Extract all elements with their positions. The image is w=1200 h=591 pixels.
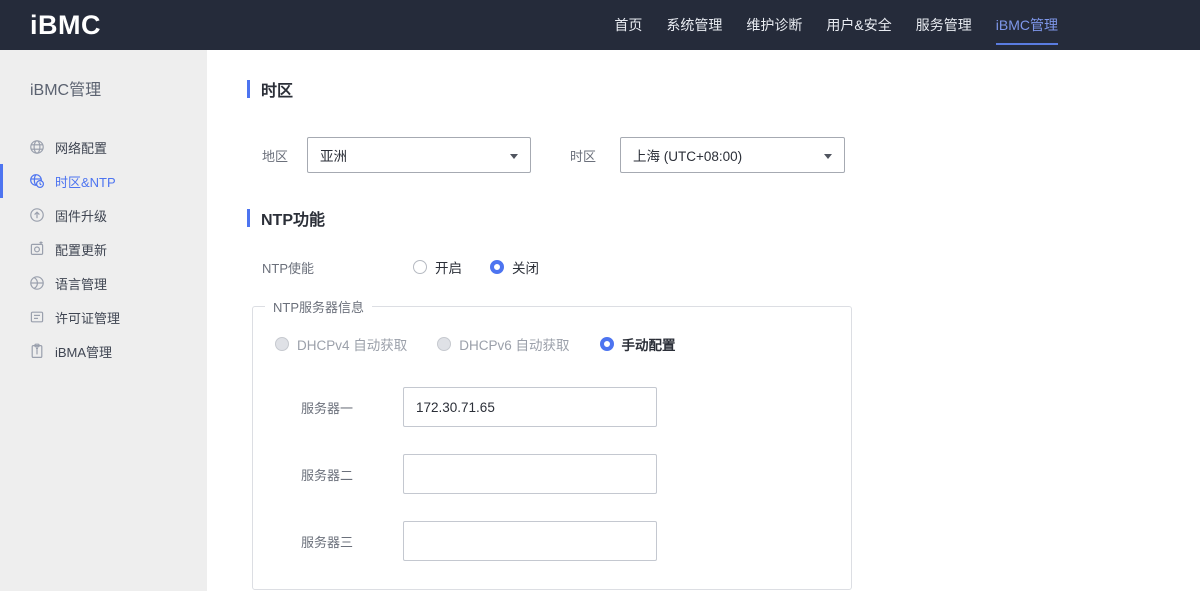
ntp-enable-label: NTP使能	[262, 260, 315, 276]
ntp-enable-radio-group: 开启 关闭	[413, 257, 539, 277]
region-select[interactable]: 亚洲	[307, 137, 531, 173]
timezone-form-row: 地区 亚洲 时区 上海 (UTC+08:00)	[262, 137, 1200, 173]
language-globe-icon	[29, 275, 45, 291]
manual-config-radio[interactable]: 手动配置	[599, 334, 676, 354]
sidebar-item-timezone-ntp[interactable]: 时区&NTP	[0, 164, 207, 198]
network-globe-icon	[29, 139, 45, 155]
sidebar-item-label: 许可证管理	[55, 310, 121, 326]
sidebar-item-ibma-management[interactable]: iBMA管理	[0, 334, 207, 368]
ntp-enable-on-radio[interactable]: 开启	[413, 257, 462, 277]
sidebar-item-language-management[interactable]: 语言管理	[0, 266, 207, 300]
timezone-clock-icon	[29, 173, 45, 189]
config-update-icon	[29, 241, 45, 257]
radio-label: DHCPv6 自动获取	[459, 338, 570, 353]
timezone-select[interactable]: 上海 (UTC+08:00)	[620, 137, 845, 173]
radio-selected-icon	[490, 260, 504, 274]
region-select-value: 亚洲	[320, 149, 347, 164]
timezone-label: 时区	[570, 148, 597, 164]
sidebar-item-label: 固件升级	[55, 208, 108, 224]
ntp-section-title: NTP功能	[261, 212, 326, 229]
chevron-down-icon	[510, 154, 518, 159]
sidebar-item-license-management[interactable]: 许可证管理	[0, 300, 207, 334]
sidebar-menu: 网络配置 时区&NTP 固件升级 配置更新 语言管理 许可证管理 iBMA管理	[0, 130, 207, 368]
main-content: 时区 地区 亚洲 时区 上海 (UTC+08:00) NTP功能 NTP使能 开…	[207, 50, 1200, 591]
sidebar-item-config-update[interactable]: 配置更新	[0, 232, 207, 266]
nav-item-system[interactable]: 系统管理	[654, 0, 734, 50]
timezone-section-title: 时区	[261, 83, 294, 100]
timezone-select-value: 上海 (UTC+08:00)	[633, 149, 743, 164]
dhcpv6-auto-radio: DHCPv6 自动获取	[437, 334, 570, 354]
sidebar-item-label: 语言管理	[55, 276, 108, 292]
server-three-input[interactable]	[403, 521, 657, 561]
nav-item-user-security[interactable]: 用户&安全	[814, 0, 903, 50]
server-one-input[interactable]	[403, 387, 657, 427]
server-two-row: 服务器二	[253, 454, 851, 494]
ntp-server-group-legend: NTP服务器信息	[273, 300, 365, 315]
sidebar: iBMC管理 网络配置 时区&NTP 固件升级 配置更新 语言管理 许可证管理 …	[0, 50, 207, 591]
radio-label: DHCPv4 自动获取	[297, 338, 408, 353]
dhcpv4-auto-radio: DHCPv4 自动获取	[275, 334, 407, 354]
radio-label: 手动配置	[621, 338, 676, 353]
sidebar-item-network-config[interactable]: 网络配置	[0, 130, 207, 164]
ntp-enable-off-radio[interactable]: 关闭	[490, 257, 539, 277]
section-title-ntp: NTP功能	[247, 206, 1200, 230]
nav-item-home[interactable]: 首页	[602, 0, 654, 50]
sidebar-item-label: iBMA管理	[55, 344, 113, 360]
sidebar-item-label: 时区&NTP	[55, 174, 116, 190]
server-two-input[interactable]	[403, 454, 657, 494]
server-three-label: 服务器三	[301, 534, 354, 550]
ntp-mode-radio-group: DHCPv4 自动获取 DHCPv6 自动获取 手动配置	[253, 334, 851, 354]
ntp-enable-row: NTP使能 开启 关闭	[262, 257, 1200, 277]
server-one-row: 服务器一	[253, 387, 851, 427]
radio-selected-icon	[599, 337, 614, 351]
radio-label: 开启	[435, 261, 462, 276]
top-nav-menu: 首页 系统管理 维护诊断 用户&安全 服务管理 iBMC管理	[602, 0, 1070, 50]
ntp-server-group: NTP服务器信息 DHCPv4 自动获取 DHCPv6 自动获取 手动配置 服务…	[252, 297, 852, 590]
license-icon	[29, 309, 45, 325]
radio-label: 关闭	[512, 261, 539, 276]
ibmc-logo: iBMC	[30, 9, 101, 40]
title-accent-bar	[247, 80, 250, 98]
sidebar-item-firmware-upgrade[interactable]: 固件升级	[0, 198, 207, 232]
nav-item-services[interactable]: 服务管理	[904, 0, 984, 50]
sidebar-title: iBMC管理	[30, 82, 102, 99]
radio-icon	[413, 260, 427, 274]
firmware-upgrade-icon	[29, 207, 45, 223]
sidebar-item-label: 配置更新	[55, 242, 108, 258]
ibma-clipboard-icon	[29, 343, 45, 359]
sidebar-item-label: 网络配置	[55, 140, 108, 156]
radio-disabled-icon	[437, 337, 452, 351]
nav-item-maintenance[interactable]: 维护诊断	[734, 0, 814, 50]
chevron-down-icon	[824, 154, 832, 159]
radio-disabled-icon	[275, 337, 289, 351]
nav-item-ibmc-management[interactable]: iBMC管理	[984, 0, 1070, 50]
top-navbar: iBMC 首页 系统管理 维护诊断 用户&安全 服务管理 iBMC管理	[0, 0, 1200, 50]
server-three-row: 服务器三	[253, 521, 851, 561]
server-one-label: 服务器一	[301, 400, 354, 416]
server-two-label: 服务器二	[301, 467, 354, 483]
region-label: 地区	[262, 148, 289, 164]
section-title-timezone: 时区	[247, 77, 1200, 101]
title-accent-bar	[247, 209, 250, 227]
